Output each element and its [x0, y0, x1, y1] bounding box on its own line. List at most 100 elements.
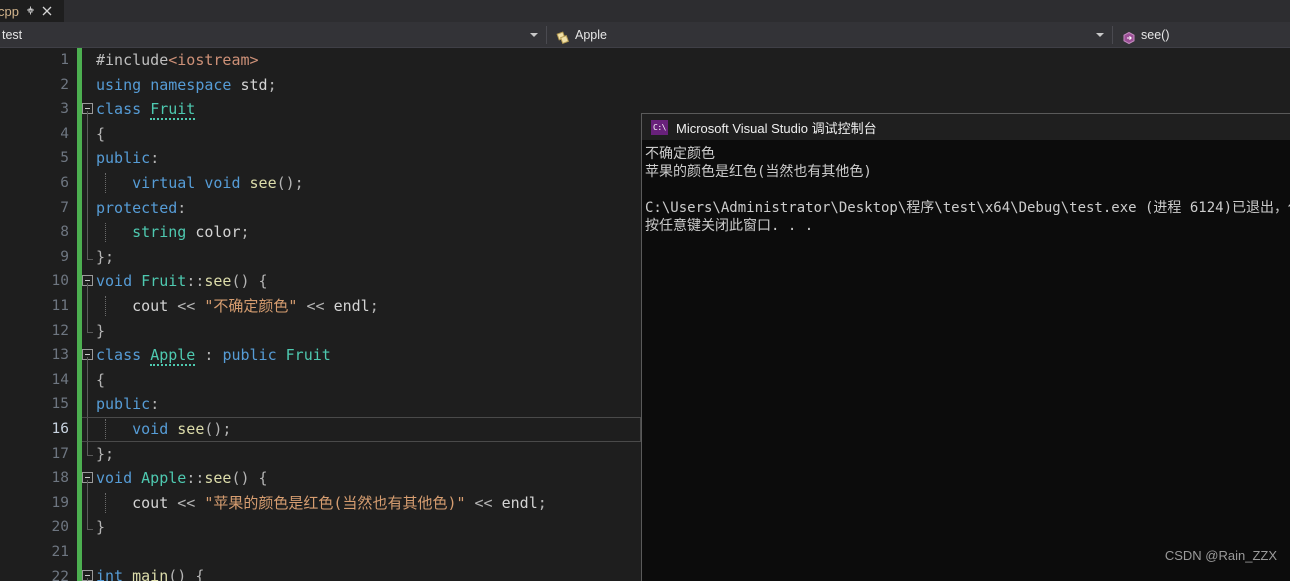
- console-output-line: 不确定颜色: [645, 146, 715, 162]
- editor-tab-cpp[interactable]: cpp: [0, 0, 64, 22]
- code-token: int: [96, 567, 124, 581]
- close-icon[interactable]: [42, 5, 52, 18]
- project-selector[interactable]: test: [0, 22, 546, 48]
- tab-strip-empty-area: [64, 0, 1290, 22]
- line-number: 1: [60, 52, 69, 68]
- code-line-text: void Apple::see() {: [96, 469, 268, 487]
- chevron-down-icon[interactable]: [530, 32, 538, 37]
- code-token: <<: [474, 493, 493, 512]
- code-token: ;: [240, 223, 250, 242]
- line-number: 8: [60, 224, 69, 241]
- line-number: 9: [60, 248, 69, 265]
- line-number: 19: [51, 494, 69, 511]
- code-token: <iostream>: [168, 51, 259, 69]
- indent-guide: [105, 493, 106, 513]
- code-token: "不确定颜色": [204, 296, 298, 315]
- code-line-text: };: [96, 445, 114, 463]
- method-icon: [1121, 30, 1137, 46]
- code-line-text: void Fruit::see() {: [96, 272, 268, 290]
- console-output-line: 按任意键关闭此窗口. . .: [645, 218, 814, 234]
- class-selector[interactable]: Apple: [547, 22, 1112, 48]
- code-token: public: [96, 395, 151, 414]
- code-line-text: {: [96, 371, 105, 389]
- code-token: {: [96, 370, 106, 389]
- code-token: std: [240, 75, 268, 94]
- member-selector[interactable]: see(): [1113, 22, 1290, 48]
- code-line-text: {: [96, 125, 105, 143]
- code-line[interactable]: using namespace std;: [82, 73, 1290, 98]
- code-token: Fruit: [150, 100, 196, 121]
- code-token: }: [96, 518, 106, 537]
- code-token: Fruit: [285, 346, 331, 365]
- code-token: ;: [369, 296, 379, 315]
- code-token: protected: [96, 198, 178, 217]
- code-token: color: [195, 223, 241, 242]
- code-token: void: [96, 272, 133, 291]
- code-token: ;: [537, 493, 547, 512]
- code-token: see: [177, 419, 205, 438]
- code-token: ();: [204, 419, 232, 438]
- code-token: Fruit: [141, 272, 187, 291]
- indent-guide: [105, 419, 106, 440]
- code-token: () {: [231, 272, 268, 291]
- code-token: void: [96, 469, 133, 488]
- code-token: <<: [306, 296, 325, 315]
- code-token: public: [222, 346, 277, 365]
- code-token: see: [204, 272, 232, 291]
- pin-icon[interactable]: [25, 5, 36, 18]
- editor-tab-strip: cpp: [0, 0, 1290, 22]
- line-number: 4: [60, 125, 69, 142]
- code-token: public: [96, 149, 151, 168]
- console-title-label: Microsoft Visual Studio 调试控制台: [676, 120, 877, 136]
- code-token: see: [249, 173, 277, 192]
- code-line-text: #include<iostream>: [96, 51, 259, 69]
- chevron-down-icon[interactable]: [1096, 32, 1104, 37]
- editor-tab-label: cpp: [0, 3, 19, 19]
- class-selector-label: Apple: [575, 27, 607, 42]
- code-line-text: cout << "苹果的颜色是红色(当然也有其他色)" << endl;: [96, 494, 547, 512]
- console-title-bar[interactable]: C:\ Microsoft Visual Studio 调试控制台: [642, 114, 1290, 141]
- visual-studio-window: cpp test Apple see() 1 2 3 4 5 6 7 8 9 1…: [0, 0, 1290, 581]
- code-token: class: [96, 346, 142, 365]
- line-number: 22: [51, 568, 69, 581]
- structure-guide: [87, 110, 93, 260]
- navigation-bar: test Apple see(): [0, 22, 1290, 48]
- code-line-text: virtual void see();: [96, 174, 304, 192]
- code-token: :: [150, 395, 160, 414]
- code-token: ();: [276, 173, 304, 192]
- code-token: <<: [177, 296, 196, 315]
- code-token: Apple: [141, 469, 187, 488]
- code-token: ::: [186, 272, 205, 291]
- indent-guide: [105, 173, 106, 194]
- code-token: () {: [231, 469, 268, 488]
- code-token: void: [96, 419, 169, 438]
- structure-guide: [87, 282, 93, 334]
- line-number: 16: [51, 421, 69, 437]
- debug-console-window[interactable]: C:\ Microsoft Visual Studio 调试控制台 不确定颜色苹…: [641, 113, 1290, 581]
- code-token: };: [96, 444, 115, 463]
- code-line-text: protected:: [96, 199, 186, 217]
- code-line-text: }: [96, 518, 105, 536]
- code-token: endl: [333, 296, 370, 315]
- code-line-text: }: [96, 322, 105, 340]
- code-line-text: class Apple : public Fruit: [96, 346, 331, 367]
- line-number: 6: [60, 175, 69, 191]
- code-token: () {: [168, 567, 205, 581]
- line-number: 12: [51, 322, 69, 339]
- code-line-text: string color;: [96, 223, 250, 242]
- line-number: 14: [51, 371, 69, 388]
- project-selector-label: test: [2, 27, 23, 42]
- console-output: 不确定颜色 苹果的颜色是红色(当然也有其他色) C:\Users\Administr…: [642, 141, 1290, 235]
- code-line[interactable]: #include<iostream>: [82, 48, 1290, 73]
